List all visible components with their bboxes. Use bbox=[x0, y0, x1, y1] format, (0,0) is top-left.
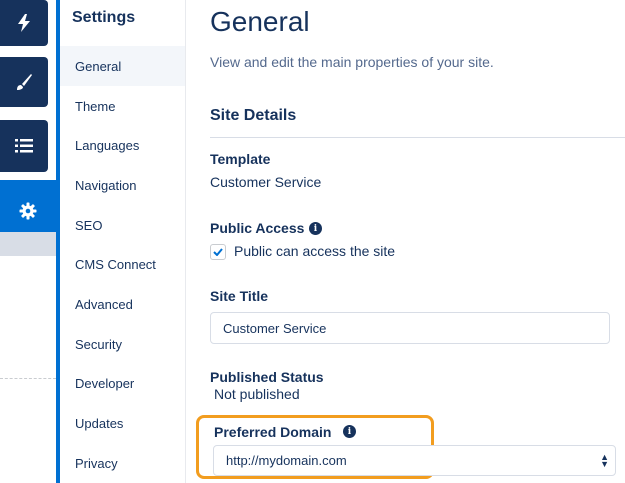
published-status-value: Not published bbox=[214, 386, 300, 402]
rail-divider bbox=[0, 232, 56, 256]
public-access-checkbox[interactable] bbox=[210, 244, 226, 260]
nav-item-languages[interactable]: Languages bbox=[60, 125, 185, 165]
template-label: Template bbox=[210, 151, 271, 167]
nav-item-privacy[interactable]: Privacy bbox=[60, 443, 185, 483]
nav-item-general[interactable]: General bbox=[60, 46, 185, 86]
checkmark-icon bbox=[213, 248, 223, 256]
main-panel: General View and edit the main propertie… bbox=[186, 0, 625, 483]
page-description: View and edit the main properties of you… bbox=[210, 54, 494, 70]
preferred-domain-info-icon[interactable]: i bbox=[343, 425, 356, 438]
nav-item-updates[interactable]: Updates bbox=[60, 403, 185, 443]
section-divider bbox=[210, 137, 625, 138]
rail-theme-button[interactable] bbox=[0, 57, 48, 107]
nav-item-security[interactable]: Security bbox=[60, 324, 185, 364]
nav-item-developer[interactable]: Developer bbox=[60, 363, 185, 403]
lightning-icon bbox=[18, 14, 30, 32]
settings-nav-title: Settings bbox=[72, 9, 136, 26]
public-access-info-icon[interactable]: i bbox=[309, 222, 322, 235]
nav-item-cms-connect[interactable]: CMS Connect bbox=[60, 244, 185, 284]
public-access-checkbox-label: Public can access the site bbox=[234, 243, 396, 259]
published-status-label: Published Status bbox=[210, 369, 324, 385]
brush-icon bbox=[17, 74, 32, 90]
preferred-domain-selected-value: http://mydomain.com bbox=[226, 453, 347, 468]
nav-item-seo[interactable]: SEO bbox=[60, 205, 185, 245]
rail-dashed-rule bbox=[0, 378, 56, 379]
nav-item-theme[interactable]: Theme bbox=[60, 86, 185, 126]
section-title: Site Details bbox=[210, 107, 297, 124]
site-title-input[interactable]: Customer Service bbox=[210, 312, 610, 344]
settings-nav: Settings General Theme Languages Navigat… bbox=[60, 0, 186, 483]
page-title: General bbox=[210, 6, 310, 37]
nav-item-navigation[interactable]: Navigation bbox=[60, 165, 185, 205]
preferred-domain-label: Preferred Domain bbox=[214, 424, 332, 440]
app-rail bbox=[0, 0, 56, 483]
site-title-label: Site Title bbox=[210, 288, 269, 304]
rail-builder-button[interactable] bbox=[0, 0, 48, 46]
public-access-label: Public Access bbox=[210, 220, 305, 236]
rail-pages-button[interactable] bbox=[0, 120, 48, 172]
list-icon bbox=[15, 139, 33, 153]
gear-icon bbox=[19, 202, 37, 220]
nav-item-advanced[interactable]: Advanced bbox=[60, 284, 185, 324]
template-value: Customer Service bbox=[210, 174, 322, 190]
select-arrows-icon: ▲ ▼ bbox=[600, 452, 609, 469]
preferred-domain-select[interactable]: http://mydomain.com ▲ ▼ bbox=[213, 445, 616, 476]
